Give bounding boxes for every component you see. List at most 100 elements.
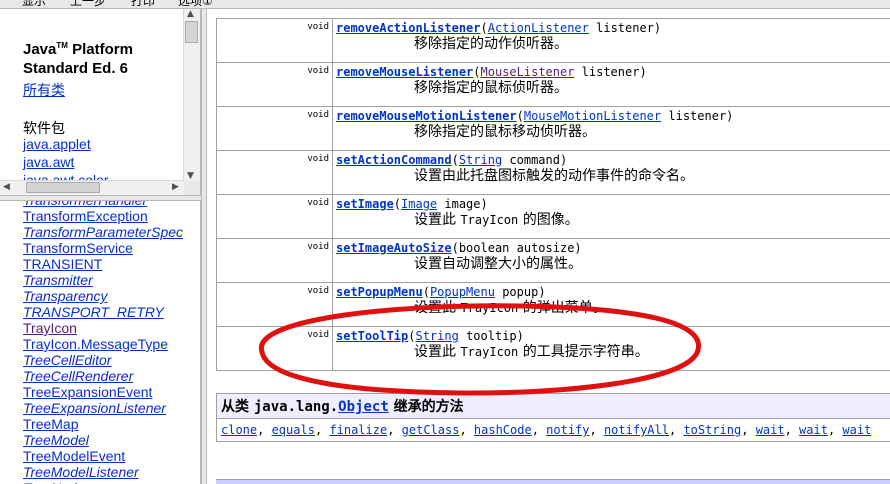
inherited-method-link[interactable]: wait (842, 423, 871, 437)
class-list-item: TreeNode (23, 480, 183, 484)
class-list-item: TreeExpansionEvent (23, 384, 183, 400)
desc-text: 的工具提示字符串。 (518, 344, 649, 360)
class-list-item: TrayIcon.MessageType (23, 336, 183, 352)
method-signature: setPopupMenu(PopupMenu popup) (336, 285, 546, 299)
class-link[interactable]: TreeNode (23, 480, 84, 484)
inherited-method-link[interactable]: wait (756, 423, 785, 437)
desc-text: 设置此 (414, 300, 461, 316)
class-link[interactable]: TreeModelListener (23, 464, 139, 480)
method-signature: removeMouseMotionListener(MouseMotionLis… (336, 109, 734, 123)
param-type-link[interactable]: PopupMenu (430, 285, 495, 299)
param-type-link[interactable]: String (415, 329, 458, 343)
param-type-link[interactable]: MouseMotionListener (524, 109, 661, 123)
inherited-methods-header: 从类 java.lang.Object 继承的方法 (216, 393, 890, 419)
method-row: void setImage(Image image) 设置此 TrayIcon 的图… (216, 194, 890, 239)
class-link[interactable]: TransformException (23, 208, 148, 224)
inherited-method-link[interactable]: wait (799, 423, 828, 437)
toolbar-show-button[interactable]: 显示 (22, 0, 46, 8)
desc-code: TrayIcon (460, 213, 519, 227)
class-link[interactable]: TreeCellRenderer (23, 368, 133, 384)
method-modifier: void (216, 150, 333, 195)
class-link[interactable]: TreeCellEditor (23, 352, 111, 368)
param-type-link[interactable]: ActionListener (488, 21, 589, 35)
method-signature-cell: removeMouseMotionListener(MouseMotionLis… (332, 106, 890, 151)
method-name-link[interactable]: setPopupMenu (336, 285, 423, 299)
method-name-link[interactable]: removeMouseMotionListener (336, 109, 517, 123)
desc-text: 设置此 (414, 344, 461, 360)
param-type-link[interactable]: Image (401, 197, 437, 211)
class-list-item: TRANSPORT_RETRY (23, 304, 183, 320)
inherited-method-link[interactable]: toString (683, 423, 741, 437)
packages-label: 软件包 (23, 120, 65, 136)
method-signature: setImageAutoSize(boolean autosize) (336, 241, 582, 255)
class-link[interactable]: TreeExpansionListener (23, 400, 166, 416)
param-name: listener) (588, 21, 662, 35)
method-signature-cell: removeActionListener(ActionListener list… (332, 18, 890, 63)
scroll-left-icon[interactable]: ◀ (3, 182, 10, 192)
class-link[interactable]: TRANSPORT_RETRY (23, 304, 164, 320)
inherited-method-link[interactable]: equals (272, 423, 315, 437)
toolbar-print-button[interactable]: 打印 (131, 0, 155, 8)
package-vertical-scrollbar[interactable]: ▲ ▼ (183, 9, 200, 181)
method-name-link[interactable]: setActionCommand (336, 153, 452, 167)
scroll-up-icon[interactable]: ▲ (187, 9, 194, 19)
desc-text: 的图像。 (518, 212, 579, 228)
inherited-package: java.lang. (253, 399, 339, 415)
method-signature: removeMouseListener(MouseListener listen… (336, 65, 647, 79)
package-link-java-awt[interactable]: java.awt (23, 154, 74, 170)
inherited-method-link[interactable]: notify (546, 423, 589, 437)
class-list-item: TransformParameterSpec (23, 224, 183, 240)
class-link[interactable]: TransformerHandler (23, 201, 147, 208)
inherited-method-link[interactable]: hashCode (474, 423, 532, 437)
method-name-link[interactable]: removeMouseListener (336, 65, 473, 79)
param-name: listener) (661, 109, 734, 123)
class-list-item: TreeModelListener (23, 464, 183, 480)
inherited-method-link[interactable]: finalize (329, 423, 387, 437)
param-name: image) (437, 197, 488, 211)
method-name-link[interactable]: setToolTip (336, 329, 408, 343)
inherited-method-link[interactable]: notifyAll (604, 423, 669, 437)
method-modifier: void (216, 326, 333, 371)
class-link[interactable]: TrayIcon.MessageType (23, 336, 168, 352)
class-link[interactable]: TrayIcon (23, 320, 77, 336)
horizontal-scroll-thumb[interactable] (26, 182, 100, 193)
method-name-link[interactable]: setImageAutoSize (336, 241, 452, 255)
class-link[interactable]: TransformService (23, 240, 133, 256)
scroll-right-icon[interactable]: ▶ (172, 182, 179, 192)
class-link[interactable]: Transmitter (23, 272, 93, 288)
scroll-down-icon[interactable]: ▼ (187, 171, 194, 181)
class-link[interactable]: TreeMap (23, 416, 79, 432)
method-signature-cell: setImage(Image image) 设置此 TrayIcon 的图像。 (332, 194, 890, 239)
class-link[interactable]: TransformParameterSpec (23, 224, 183, 240)
class-frame: TransformerHandlerTransformExceptionTran… (0, 201, 201, 484)
param-type-link[interactable]: String (459, 153, 502, 167)
class-link[interactable]: TreeExpansionEvent (23, 384, 152, 400)
object-class-link[interactable]: Object (338, 399, 389, 415)
method-signature-cell: setToolTip(String tooltip) 设置此 TrayIcon 的… (332, 326, 890, 371)
class-link[interactable]: Transparency (23, 288, 108, 304)
method-name-link[interactable]: removeActionListener (336, 21, 481, 35)
inherited-suffix: 继承的方法 (388, 399, 464, 415)
title-platform: Platform (67, 41, 133, 58)
method-row: void setImageAutoSize(boolean autosize) 设置… (216, 238, 890, 283)
vertical-scroll-thumb[interactable] (185, 21, 198, 43)
package-link-java-applet[interactable]: java.applet (23, 136, 91, 152)
title-tm: TM (56, 41, 68, 50)
class-link[interactable]: TreeModel (23, 432, 89, 448)
inherited-method-link[interactable]: clone (221, 423, 257, 437)
param-type-link[interactable]: MouseListener (481, 65, 575, 79)
package-horizontal-scrollbar[interactable]: ◀ ▶ (0, 180, 184, 195)
class-list-item: TreeMap (23, 416, 183, 432)
toolbar-options-button[interactable]: 选项① (178, 0, 213, 8)
method-description: 设置由此托盘图标触发的动作事件的命令名。 (414, 168, 694, 184)
class-link[interactable]: TreeModelEvent (23, 448, 125, 464)
param-name: tooltip) (458, 329, 524, 343)
method-signature: setToolTip(String tooltip) (336, 329, 524, 343)
all-classes-link[interactable]: 所有类 (23, 80, 65, 100)
method-name-link[interactable]: setImage (336, 197, 394, 211)
package-frame: JavaTM Platform Standard Ed. 6 所有类 软件包 j… (0, 9, 201, 195)
method-description: 设置此 TrayIcon 的工具提示字符串。 (336, 344, 890, 361)
class-link[interactable]: TRANSIENT (23, 256, 102, 272)
toolbar-back-button[interactable]: 上一步 (70, 0, 106, 8)
inherited-method-link[interactable]: getClass (402, 423, 460, 437)
